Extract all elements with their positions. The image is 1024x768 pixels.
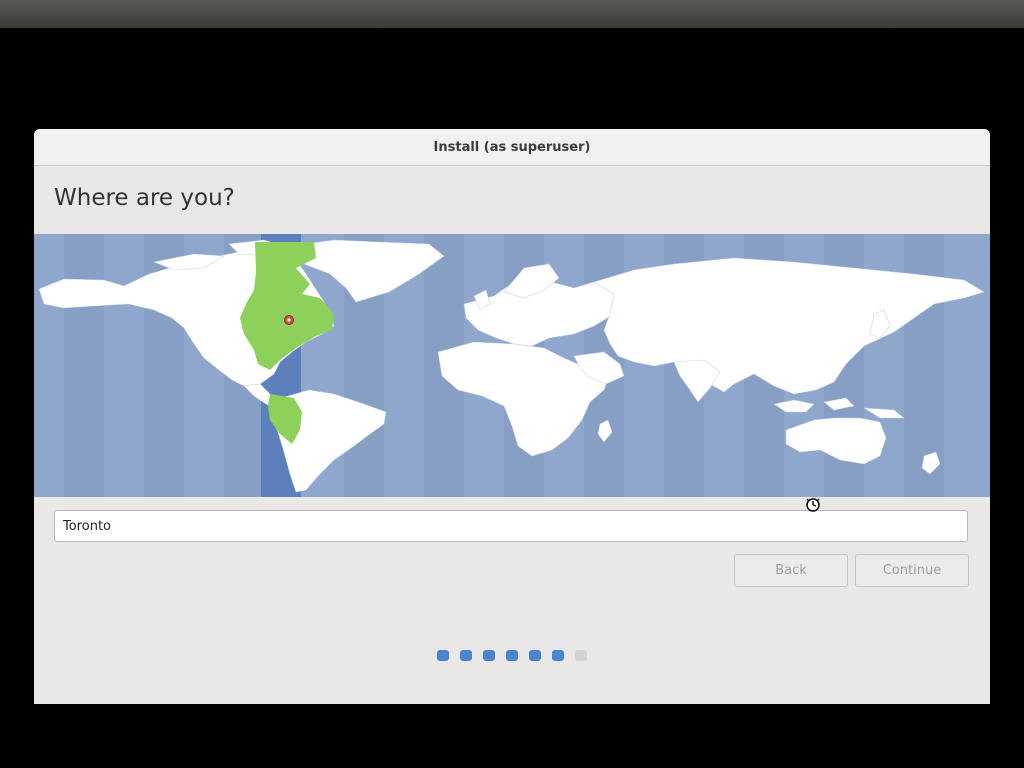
progress-indicator (34, 650, 990, 661)
progress-step-5 (529, 650, 541, 661)
progress-step-6 (552, 650, 564, 661)
progress-step-2 (460, 650, 472, 661)
system-top-bar (0, 0, 1024, 28)
progress-step-3 (483, 650, 495, 661)
progress-step-4 (506, 650, 518, 661)
progress-step-1 (437, 650, 449, 661)
world-map-graphic[interactable] (34, 234, 990, 497)
page-title: Where are you? (54, 185, 235, 211)
progress-step-7 (575, 650, 587, 661)
location-input[interactable] (54, 510, 968, 542)
location-marker (284, 315, 294, 325)
window-title: Install (as superuser) (433, 139, 591, 155)
back-button[interactable]: Back (734, 554, 848, 587)
continue-button[interactable]: Continue (855, 554, 969, 587)
installer-window: Install (as superuser) Where are you? To… (34, 129, 990, 704)
window-titlebar: Install (as superuser) (34, 129, 990, 166)
busy-cursor-icon (806, 498, 820, 512)
timezone-map[interactable] (34, 234, 990, 497)
